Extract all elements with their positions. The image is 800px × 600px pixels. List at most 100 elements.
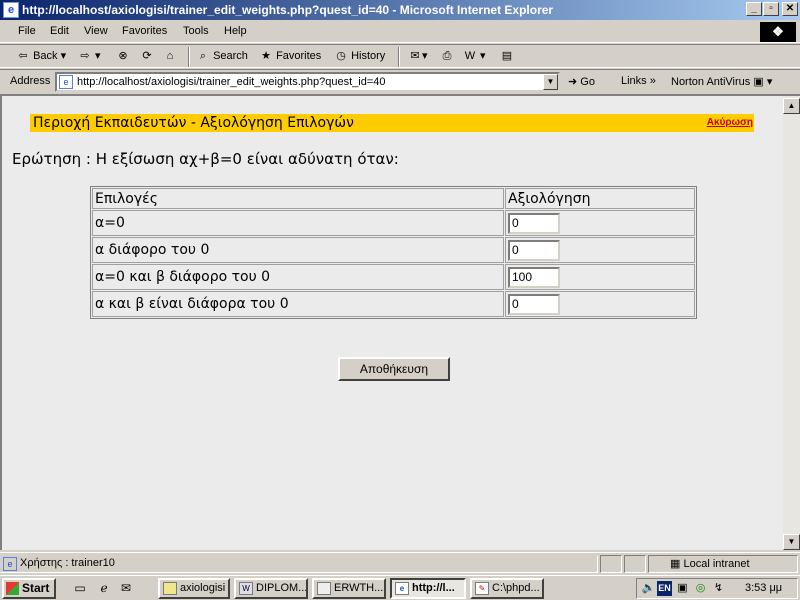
outlook-icon[interactable]: ✉ <box>118 580 134 596</box>
mail-icon: ✉ <box>410 50 420 63</box>
menu-view[interactable]: View <box>84 25 108 37</box>
pen-icon: ✎ <box>475 582 489 595</box>
task-axiologisi[interactable]: axiologisi <box>158 578 230 599</box>
refresh-icon: ⟳ <box>142 50 152 62</box>
status-bar: e Χρήστης : trainer10 ▦ Local intranet <box>0 552 800 574</box>
address-label: Address <box>10 75 51 87</box>
weight-cell <box>505 237 695 263</box>
forward-button[interactable]: ⇨ ▾ <box>78 49 100 63</box>
options-table: Επιλογές Αξιολόγηση α=0 α διάφορο του 0 … <box>90 186 697 319</box>
norton-antivirus-button[interactable]: Norton AntiVirus ▣ ▾ <box>671 75 772 88</box>
task-label: ERWTH... <box>334 582 384 594</box>
start-button[interactable]: Start <box>2 578 56 599</box>
search-label: Search <box>213 49 248 62</box>
history-label: History <box>351 49 386 62</box>
table-header-row: Επιλογές Αξιολόγηση <box>92 188 695 209</box>
weight-input[interactable] <box>508 212 560 234</box>
menu-tools[interactable]: Tools <box>183 25 209 37</box>
start-label: Start <box>22 581 50 595</box>
option-text: α και β είναι διάφορα του 0 <box>92 291 504 317</box>
links-chevron: » <box>649 75 656 87</box>
stop-icon: ⊗ <box>118 50 128 62</box>
discuss-icon: ▤ <box>501 50 513 62</box>
history-icon: ◷ <box>336 50 346 62</box>
favorites-button[interactable]: ★ Favorites <box>259 49 321 63</box>
task-phpd[interactable]: ✎ C:\phpd... <box>470 578 544 599</box>
option-text: α=0 και β διάφορο του 0 <box>92 264 504 290</box>
address-dropdown-button[interactable]: ▼ <box>543 74 558 90</box>
header-banner: Περιοχή Εκπαιδευτών - Αξιολόγηση Επιλογώ… <box>30 114 754 132</box>
mail-button[interactable]: ✉ ▾ <box>408 49 427 63</box>
task-diplom[interactable]: W DIPLOM... <box>234 578 308 599</box>
language-indicator[interactable]: EN <box>657 581 672 596</box>
edit-button[interactable]: W ▾ <box>463 49 486 63</box>
links-button[interactable]: Links » <box>621 75 656 87</box>
weight-input[interactable] <box>508 239 560 261</box>
stop-button[interactable]: ⊗ <box>116 49 130 63</box>
home-button[interactable]: ⌂ <box>163 49 177 63</box>
print-button[interactable]: ⎙ <box>440 49 454 63</box>
status-panel <box>624 555 646 573</box>
close-button[interactable]: ✕ <box>782 2 798 16</box>
ie-launch-icon[interactable]: ℯ <box>96 580 112 596</box>
back-label: Back <box>33 50 58 62</box>
menu-edit[interactable]: Edit <box>50 25 69 37</box>
option-text: α=0 <box>92 210 504 236</box>
address-bar: Address e http://localhost/axiologisi/tr… <box>0 69 800 93</box>
weight-cell <box>505 264 695 290</box>
vertical-scrollbar[interactable]: ▲ ▼ <box>783 94 800 550</box>
address-input[interactable]: e http://localhost/axiologisi/trainer_ed… <box>55 72 560 92</box>
menu-bar: File Edit View Favorites Tools Help <box>0 21 800 43</box>
menu-favorites[interactable]: Favorites <box>122 25 167 37</box>
show-desktop-icon[interactable]: ▭ <box>72 580 88 596</box>
refresh-button[interactable]: ⟳ <box>140 49 154 63</box>
ie-page-icon: e <box>3 2 19 18</box>
task-label: http://l... <box>412 582 455 594</box>
search-button[interactable]: ⌕ Search <box>196 49 248 63</box>
volume-icon[interactable]: 🔈 <box>641 581 656 596</box>
weight-cell <box>505 210 695 236</box>
standard-toolbar: ⇦ Back ▾ ⇨ ▾ ⊗ ⟳ ⌂ ⌕ Search ★ Favorites … <box>0 44 800 68</box>
forward-arrow-icon: ⇨ <box>80 50 90 63</box>
question-text: Ερώτηση : Η εξίσωση αχ+β=0 είναι αδύνατη… <box>12 150 399 168</box>
task-erwth[interactable]: ERWTH... <box>312 578 386 599</box>
status-panel-main <box>0 555 598 573</box>
save-button[interactable]: Αποθήκευση <box>338 357 450 381</box>
task-ie-active[interactable]: e http://l... <box>390 578 466 599</box>
page-icon: e <box>59 75 73 89</box>
favorites-label: Favorites <box>276 49 322 62</box>
zone-label: Local intranet <box>683 558 750 570</box>
option-text: α διάφορο του 0 <box>92 237 504 263</box>
scroll-down-icon[interactable]: ▼ <box>783 534 800 550</box>
status-panel <box>600 555 622 573</box>
history-button[interactable]: ◷ History <box>334 49 385 63</box>
clock: 3:53 μμ <box>745 582 783 594</box>
network-icon[interactable]: ▣ <box>675 581 690 596</box>
tray-app-icon[interactable]: ↯ <box>711 581 726 596</box>
task-label: DIPLOM... <box>256 582 308 594</box>
table-row: α=0 και β διάφορο του 0 <box>92 264 695 290</box>
windows-logo-icon: ❖ <box>760 22 796 42</box>
weight-input[interactable] <box>508 266 560 288</box>
menu-help[interactable]: Help <box>224 25 247 37</box>
intranet-icon: ▦ <box>670 558 681 570</box>
weight-input[interactable] <box>508 293 560 315</box>
antivirus-icon[interactable]: ◎ <box>693 581 708 596</box>
home-icon: ⌂ <box>166 50 174 62</box>
toolbar-separator <box>188 47 190 67</box>
back-button[interactable]: ⇦ Back ▾ <box>16 49 66 63</box>
window-titlebar[interactable]: e http://localhost/axiologisi/trainer_ed… <box>0 0 800 20</box>
minimize-button[interactable]: _ <box>746 2 762 16</box>
maximize-button[interactable]: ▫ <box>763 2 779 16</box>
go-button[interactable]: ➜ Go <box>568 75 595 88</box>
page-content: Περιοχή Εκπαιδευτών - Αξιολόγηση Επιλογώ… <box>0 94 783 550</box>
table-row: α=0 <box>92 210 695 236</box>
taskbar: Start ▭ ℯ ✉ axiologisi W DIPLOM... ERWTH.… <box>0 575 800 600</box>
ie-icon: e <box>395 582 409 595</box>
cancel-link[interactable]: Ακύρωση <box>707 117 753 128</box>
folder-icon <box>163 582 177 595</box>
discuss-button[interactable]: ▤ <box>500 49 514 63</box>
menu-file[interactable]: File <box>18 25 36 37</box>
scroll-up-icon[interactable]: ▲ <box>783 98 800 114</box>
address-url[interactable]: http://localhost/axiologisi/trainer_edit… <box>77 76 386 88</box>
